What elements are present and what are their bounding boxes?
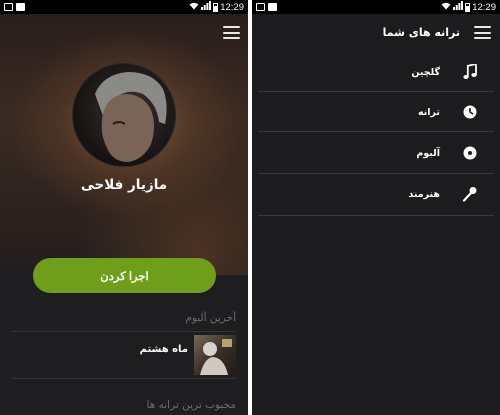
divider (258, 131, 494, 132)
divider (12, 378, 236, 379)
artist-screen: 12:29 مازیار فلاحی اجرا کردن آخرین آلبوم… (0, 0, 248, 415)
video-notification-icon (16, 3, 25, 11)
menu-item-albums[interactable]: آلبوم (258, 133, 494, 173)
menu-item-songs[interactable]: ترانه (258, 92, 494, 132)
battery-icon (213, 2, 219, 12)
image-notification-icon (4, 3, 13, 11)
divider (258, 215, 494, 216)
navigation-drawer-screen: 12:29 ترانه های شما گلچین ترانه آلبوم هن… (252, 0, 500, 415)
divider (12, 331, 236, 332)
play-button[interactable]: اجرا کردن (33, 258, 216, 293)
artist-avatar (72, 63, 176, 167)
drawer-title: ترانه های شما (382, 26, 460, 39)
status-bar: 12:29 (0, 0, 248, 14)
menu-item-artists[interactable]: هنرمند (258, 174, 494, 214)
menu-icon[interactable] (474, 26, 491, 39)
disc-icon (462, 145, 478, 161)
menu-item-favorites[interactable]: گلچین (258, 52, 494, 92)
clock-time: 12:29 (220, 1, 244, 13)
music-note-icon (462, 64, 478, 80)
wifi-icon (189, 2, 199, 13)
album-list-item[interactable]: ماه هشتم (12, 333, 236, 375)
signal-icon (201, 1, 212, 13)
album-title: ماه هشتم (139, 344, 188, 355)
menu-item-label: آلبوم (416, 147, 440, 159)
popular-tracks-heading: محبوب ترین ترانه ها (146, 399, 236, 411)
microphone-icon (462, 186, 478, 202)
latest-album-heading: آخرین آلبوم (185, 312, 236, 324)
wifi-icon (441, 2, 451, 13)
clock-time: 12:29 (472, 1, 496, 13)
image-notification-icon (256, 3, 265, 11)
status-bar: 12:29 (252, 0, 500, 14)
menu-icon[interactable] (223, 26, 240, 39)
menu-item-label: هنرمند (408, 188, 440, 200)
signal-icon (453, 1, 464, 13)
menu-item-label: گلچین (411, 66, 440, 78)
battery-icon (465, 2, 471, 12)
clock-icon (462, 104, 478, 120)
artist-name: مازیار فلاحی (80, 177, 168, 193)
album-cover (194, 335, 236, 375)
menu-item-label: ترانه (417, 106, 440, 118)
video-notification-icon (268, 3, 277, 11)
